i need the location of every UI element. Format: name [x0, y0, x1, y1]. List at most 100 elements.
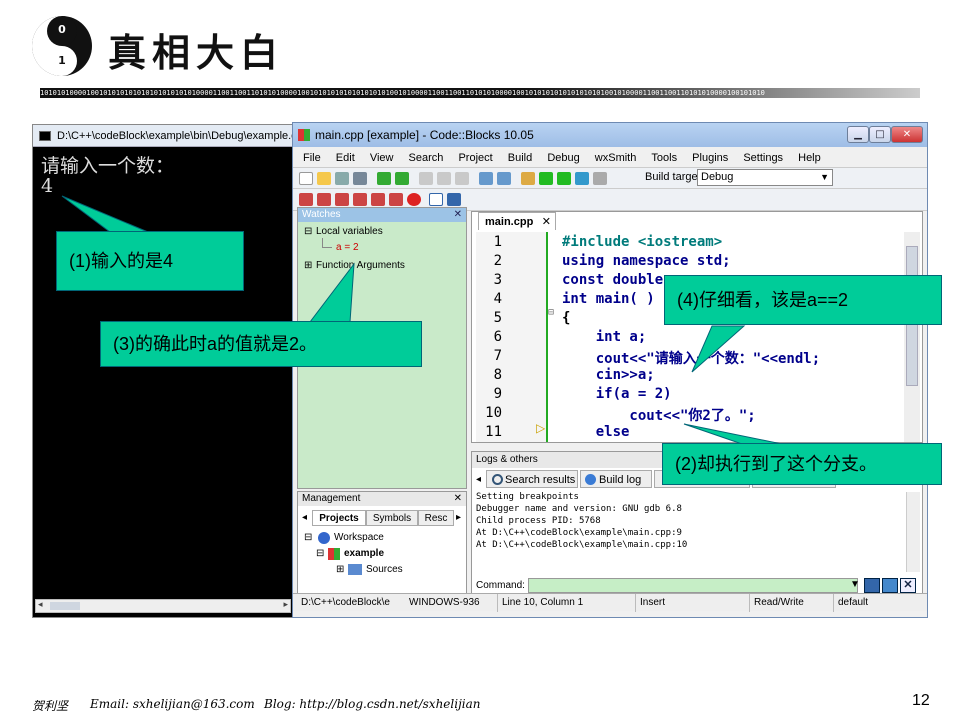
- status-position: Line 10, Column 1: [497, 594, 583, 612]
- abort-icon[interactable]: [593, 172, 607, 185]
- rebuild-icon[interactable]: [575, 172, 589, 185]
- command-run-icon[interactable]: [882, 578, 898, 593]
- editor-tab-main-cpp[interactable]: main.cpp ✕: [478, 212, 556, 230]
- step-out-icon[interactable]: [389, 193, 403, 206]
- debug-start-icon[interactable]: [299, 193, 313, 206]
- undo-icon[interactable]: [377, 172, 391, 185]
- next-instruction-icon[interactable]: [353, 193, 367, 206]
- menu-file[interactable]: File: [303, 152, 321, 164]
- build-run-icon[interactable]: [557, 172, 571, 185]
- run-to-cursor-icon[interactable]: [317, 193, 331, 206]
- code-editor[interactable]: main.cpp ✕ ▷ ⊟ 1 2 3 4 5 6 7 8 9 10 11 #…: [471, 211, 923, 443]
- expand-icon[interactable]: ⊞: [336, 564, 344, 575]
- callout-4: (4)仔细看，该是a==2: [664, 275, 942, 325]
- workspace-node[interactable]: Workspace: [334, 532, 384, 543]
- function-arguments-node[interactable]: Function Arguments: [316, 260, 405, 271]
- build-gear-icon[interactable]: [521, 172, 535, 185]
- menu-bar: File Edit View Search Project Build Debu…: [293, 149, 927, 167]
- logo-digit-1: 1: [58, 54, 66, 67]
- menu-edit[interactable]: Edit: [336, 152, 355, 164]
- debug-windows-icon[interactable]: [429, 193, 443, 206]
- collapse-icon[interactable]: ⊟: [304, 532, 312, 543]
- sources-node[interactable]: Sources: [366, 564, 403, 575]
- build-target-value: Debug: [701, 171, 734, 183]
- status-profile: default: [833, 594, 868, 612]
- menu-debug[interactable]: Debug: [547, 152, 579, 164]
- tab-next-icon[interactable]: ▸: [456, 512, 461, 523]
- close-icon[interactable]: ✕: [542, 213, 551, 231]
- menu-wxsmith[interactable]: wxSmith: [595, 152, 637, 164]
- command-clear-icon[interactable]: ✕: [900, 578, 916, 593]
- replace-icon[interactable]: [497, 172, 511, 185]
- line-number: 10: [485, 405, 502, 421]
- menu-project[interactable]: Project: [458, 152, 492, 164]
- console-title: D:\C++\codeBlock\example\bin\Debug\examp…: [33, 125, 293, 147]
- minimize-button[interactable]: ▁: [847, 126, 869, 143]
- menu-settings[interactable]: Settings: [743, 152, 783, 164]
- editor-vscrollbar[interactable]: [904, 232, 920, 442]
- menu-build[interactable]: Build: [508, 152, 532, 164]
- logs-vscrollbar[interactable]: [906, 492, 920, 572]
- close-button[interactable]: ✕: [891, 126, 923, 143]
- scroll-thumb[interactable]: [50, 602, 80, 610]
- menu-help[interactable]: Help: [798, 152, 821, 164]
- callout-1: (1)输入的是4: [56, 231, 244, 291]
- stop-debugger-icon[interactable]: [407, 193, 421, 206]
- scroll-right-icon[interactable]: ▸: [283, 600, 288, 610]
- management-panel[interactable]: Management ✕ ◂ Projects Symbols Resc ▸ ⊟…: [297, 491, 467, 599]
- line-number: 11: [485, 424, 502, 440]
- copy-icon[interactable]: [437, 172, 451, 185]
- save-icon[interactable]: [335, 172, 349, 185]
- cut-icon[interactable]: [419, 172, 433, 185]
- code-line: #include <iostream>: [562, 234, 723, 250]
- info-icon[interactable]: [447, 193, 461, 206]
- tab-prev-icon[interactable]: ◂: [476, 474, 481, 485]
- codeblocks-window[interactable]: main.cpp [example] - Code::Blocks 10.05 …: [292, 122, 928, 618]
- line-number: 3: [493, 272, 502, 288]
- close-icon[interactable]: ✕: [454, 208, 462, 222]
- console-window[interactable]: D:\C++\codeBlock\example\bin\Debug\examp…: [32, 124, 294, 618]
- scroll-left-icon[interactable]: ◂: [38, 600, 43, 610]
- code-line: cin>>a;: [562, 367, 655, 383]
- close-icon[interactable]: ✕: [454, 492, 462, 506]
- console-hscrollbar[interactable]: ◂ ▸: [35, 599, 291, 613]
- tab-resources[interactable]: Resc: [418, 510, 454, 526]
- menu-tools[interactable]: Tools: [651, 152, 677, 164]
- line-number: 5: [493, 310, 502, 326]
- collapse-icon[interactable]: ⊟: [316, 548, 324, 559]
- watches-header: Watches ✕: [298, 208, 466, 222]
- find-icon[interactable]: [479, 172, 493, 185]
- expand-icon[interactable]: ⊞: [304, 260, 312, 271]
- command-input[interactable]: [528, 578, 858, 593]
- run-icon[interactable]: [539, 172, 553, 185]
- console-prompt: 请输入一个数：: [41, 155, 175, 177]
- maximize-button[interactable]: □: [869, 126, 891, 143]
- code-line: using namespace std;: [562, 253, 731, 269]
- menu-view[interactable]: View: [370, 152, 394, 164]
- tab-projects[interactable]: Projects: [312, 510, 366, 526]
- watch-a-value[interactable]: a = 2: [336, 242, 359, 253]
- menu-search[interactable]: Search: [409, 152, 444, 164]
- build-target-select[interactable]: Debug ▼: [697, 169, 833, 186]
- local-variables-node[interactable]: Local variables: [316, 226, 383, 237]
- code-line: cout<<"你2了。";: [562, 408, 756, 424]
- open-folder-icon[interactable]: [317, 172, 331, 185]
- command-load-icon[interactable]: [864, 578, 880, 593]
- save-all-icon[interactable]: [353, 172, 367, 185]
- new-file-icon[interactable]: [299, 172, 313, 185]
- tab-symbols[interactable]: Symbols: [366, 510, 418, 526]
- callout-2: (2)却执行到了这个分支。: [662, 443, 942, 485]
- tab-prev-icon[interactable]: ◂: [302, 512, 307, 523]
- collapse-icon[interactable]: ⊟: [304, 226, 312, 237]
- chevron-down-icon[interactable]: ▼: [850, 579, 860, 590]
- menu-plugins[interactable]: Plugins: [692, 152, 728, 164]
- chevron-down-icon: ▼: [820, 172, 829, 182]
- footer-blog: Blog: http://blog.csdn.net/sxhelijian: [264, 697, 481, 711]
- next-line-icon[interactable]: [335, 193, 349, 206]
- paste-icon[interactable]: [455, 172, 469, 185]
- log-line: Setting breakpoints: [476, 492, 579, 502]
- redo-icon[interactable]: [395, 172, 409, 185]
- project-node[interactable]: example: [344, 548, 384, 559]
- fold-icon[interactable]: ⊟: [548, 307, 554, 318]
- step-into-icon[interactable]: [371, 193, 385, 206]
